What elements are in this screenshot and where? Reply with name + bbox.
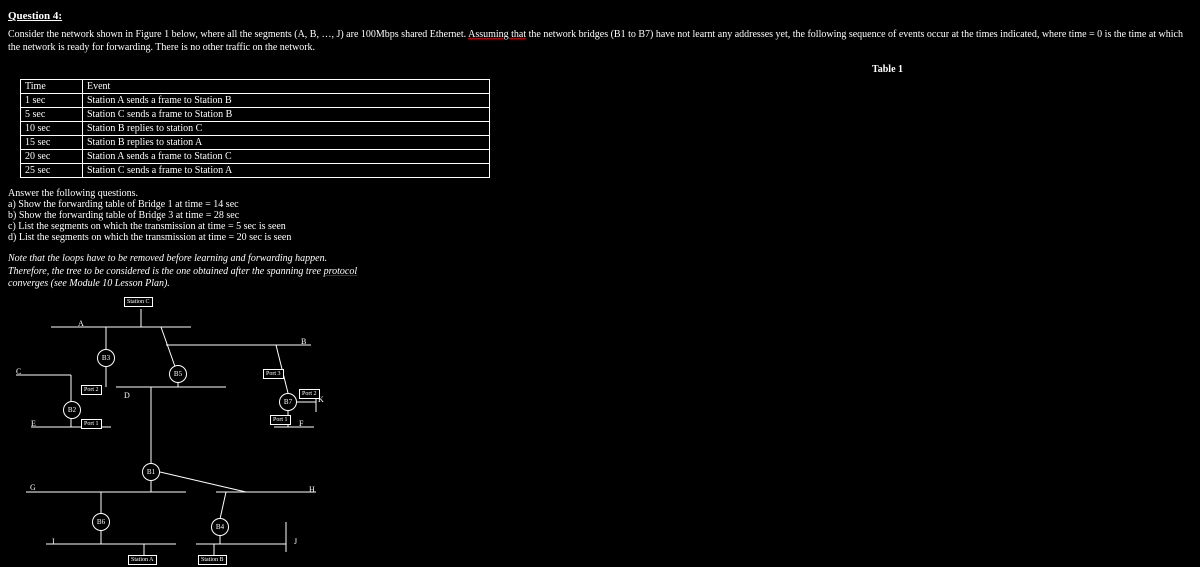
table-cell-time: 10 sec — [21, 122, 83, 136]
segment-c-label: C — [16, 367, 21, 376]
note-line-1: Note that the loops have to be removed b… — [8, 253, 327, 264]
segment-h-label: H — [309, 485, 315, 494]
note-line-3: converges (see Module 10 Lesson Plan). — [8, 278, 170, 289]
station-b-box: Station B — [198, 555, 227, 565]
b7-port2-label: Port 2 — [299, 389, 320, 399]
table-row: 25 sec Station C sends a frame to Statio… — [21, 164, 490, 178]
bridge-b2: B2 — [63, 401, 81, 419]
sub-question-c: c) List the segments on which the transm… — [8, 221, 1192, 232]
b2-port1-label: Port 1 — [81, 419, 102, 429]
table-cell-event: Station C sends a frame to Station A — [83, 164, 490, 178]
segment-j-label: J — [294, 537, 297, 546]
table-row: 10 sec Station B replies to station C — [21, 122, 490, 136]
segment-g-label: G — [30, 483, 36, 492]
segment-f-label: F — [299, 419, 303, 428]
table-cell-event: Station A sends a frame to Station C — [83, 150, 490, 164]
b7-port3-label: Port 3 — [263, 369, 284, 379]
bridge-b7: B7 — [279, 393, 297, 411]
segment-d-label: D — [124, 391, 130, 400]
segment-e-label: E — [31, 419, 36, 428]
bridge-b6: B6 — [92, 513, 110, 531]
segment-b-label: B — [301, 337, 306, 346]
answer-heading: Answer the following questions. — [8, 188, 1192, 199]
intro-paragraph: Consider the network shown in Figure 1 b… — [8, 28, 1192, 54]
table-cell-event: Station B replies to station A — [83, 136, 490, 150]
table-row: 20 sec Station A sends a frame to Statio… — [21, 150, 490, 164]
note-line-2a: Therefore, the tree to be considered is … — [8, 266, 324, 277]
table-header-event: Event — [83, 80, 490, 94]
b2-port2-label: Port 2 — [81, 385, 102, 395]
question-title: Question 4: — [8, 10, 1192, 22]
table-label: Table 1 — [583, 64, 1192, 75]
table-row: 1 sec Station A sends a frame to Station… — [21, 94, 490, 108]
table-cell-time: 1 sec — [21, 94, 83, 108]
table-cell-event: Station C sends a frame to Station B — [83, 108, 490, 122]
table-cell-time: 25 sec — [21, 164, 83, 178]
station-c-box: Station C — [124, 297, 153, 307]
intro-assuming: Assuming that — [468, 29, 526, 40]
station-a-box: Station A — [128, 555, 157, 565]
segment-i-label: I — [52, 537, 55, 546]
italic-note: Note that the loops have to be removed b… — [8, 253, 408, 291]
bridge-b5: B5 — [169, 365, 187, 383]
sub-question-a: a) Show the forwarding table of Bridge 1… — [8, 199, 1192, 210]
bridge-b4: B4 — [211, 518, 229, 536]
bridge-b1: B1 — [142, 463, 160, 481]
sub-question-b: b) Show the forwarding table of Bridge 3… — [8, 210, 1192, 221]
table-row: 15 sec Station B replies to station A — [21, 136, 490, 150]
b7-port1-label: Port 1 — [270, 415, 291, 425]
table-row: 5 sec Station C sends a frame to Station… — [21, 108, 490, 122]
table-cell-event: Station B replies to station C — [83, 122, 490, 136]
segment-a-label: A — [78, 319, 84, 328]
table-cell-time: 5 sec — [21, 108, 83, 122]
table-cell-time: 20 sec — [21, 150, 83, 164]
table-cell-time: 15 sec — [21, 136, 83, 150]
table-header-time: Time — [21, 80, 83, 94]
intro-part-1: Consider the network shown in Figure 1 b… — [8, 29, 468, 40]
event-table: Time Event 1 sec Station A sends a frame… — [20, 79, 490, 178]
network-diagram: Station C A B C D E F G H I J K B3 B5 B2… — [16, 297, 356, 567]
table-cell-event: Station A sends a frame to Station B — [83, 94, 490, 108]
sub-question-d: d) List the segments on which the transm… — [8, 232, 1192, 243]
table-row: Time Event — [21, 80, 490, 94]
note-protocol-link: protocol — [324, 266, 358, 277]
bridge-b3: B3 — [97, 349, 115, 367]
